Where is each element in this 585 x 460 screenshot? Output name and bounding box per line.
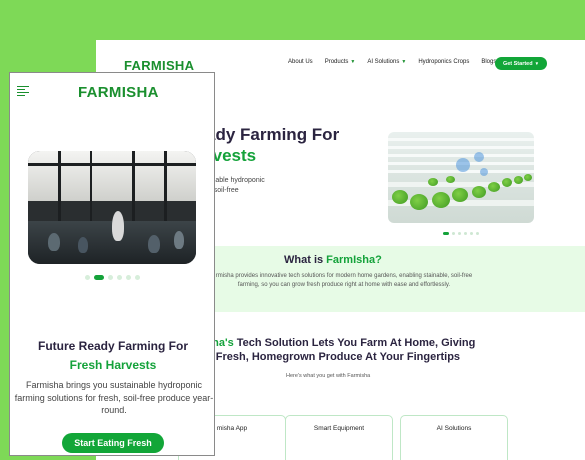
nav-about-us[interactable]: About Us xyxy=(288,59,313,65)
nav-hydroponics-crops[interactable]: Hydroponics Crops xyxy=(418,59,469,65)
nav-products-label: Products xyxy=(324,59,349,65)
chevron-down-icon: ▼ xyxy=(534,61,540,66)
hero-sub-line2: n, soil-free xyxy=(206,187,239,194)
chevron-down-icon: ▼ xyxy=(401,59,407,65)
hero-sub-line1: ainable hydroponic xyxy=(206,177,265,184)
mobile-preview: FARMISHA Future Ready Farming For Fresh … xyxy=(9,72,215,456)
what-is-title-prefix: What is xyxy=(284,254,327,266)
hamburger-menu-icon[interactable] xyxy=(17,86,29,96)
nav-products[interactable]: Products ▼ xyxy=(325,59,356,65)
tech-title-line1: sha's Tech Solution Lets You Farm At Hom… xyxy=(206,336,475,350)
mobile-hero-title: Future Ready Farming For Fresh Harvests xyxy=(10,337,214,375)
card-label: Smart Equipment xyxy=(313,425,365,432)
nav-ai-solutions[interactable]: AI Solutions ▼ xyxy=(367,59,406,65)
mobile-hero-text: Farmisha brings you sustainable hydropon… xyxy=(14,380,214,415)
hero-title-line1: ady Farming For xyxy=(206,125,340,144)
what-is-title-brand: FarmIsha? xyxy=(326,254,382,266)
card-label: AI Solutions xyxy=(436,425,472,432)
what-is-title: What is FarmIsha? xyxy=(284,254,382,266)
desktop-hero-subtitle: ainable hydroponic n, soil-free xyxy=(206,176,306,196)
tech-solution-title: sha's Tech Solution Lets You Farm At Hom… xyxy=(206,336,475,364)
desktop-hero-title: ady Farming For rvests xyxy=(206,124,339,166)
tech-title-line2: u Fresh, Homegrown Produce At Your Finge… xyxy=(206,351,461,363)
get-started-button[interactable]: Get Started ▼ xyxy=(495,57,547,70)
desktop-carousel-dots[interactable] xyxy=(443,232,479,235)
mobile-title-line1: Future Ready Farming For xyxy=(37,339,189,353)
nav-ai-solutions-label: AI Solutions xyxy=(367,59,400,65)
hydroponic-farm-image xyxy=(388,132,534,223)
chevron-down-icon: ▼ xyxy=(350,59,356,65)
indoor-farm-image xyxy=(28,151,196,264)
card-smart-equipment[interactable]: Smart Equipment xyxy=(285,415,393,460)
mobile-title-line2: Fresh Harvests xyxy=(69,358,157,372)
tech-subtitle: Here's what you get with Farmisha xyxy=(286,373,371,379)
mobile-logo[interactable]: FARMISHA xyxy=(78,84,159,101)
tech-title-rest: Tech Solution Lets You Farm At Home, Giv… xyxy=(233,337,476,349)
get-started-label: Get Started xyxy=(502,60,533,67)
what-is-text: rmisha provides innovative tech solution… xyxy=(215,273,473,288)
desktop-nav-links: About Us Products ▼ AI Solutions ▼ Hydropo… xyxy=(288,59,496,65)
hero-title-line2: rvests xyxy=(206,146,257,165)
mobile-carousel-dots[interactable] xyxy=(85,275,140,280)
start-eating-fresh-button[interactable]: Start Eating Fresh xyxy=(62,433,164,453)
card-ai-solutions[interactable]: AI Solutions xyxy=(400,415,508,460)
desktop-logo[interactable]: FARMISHA xyxy=(124,58,194,73)
